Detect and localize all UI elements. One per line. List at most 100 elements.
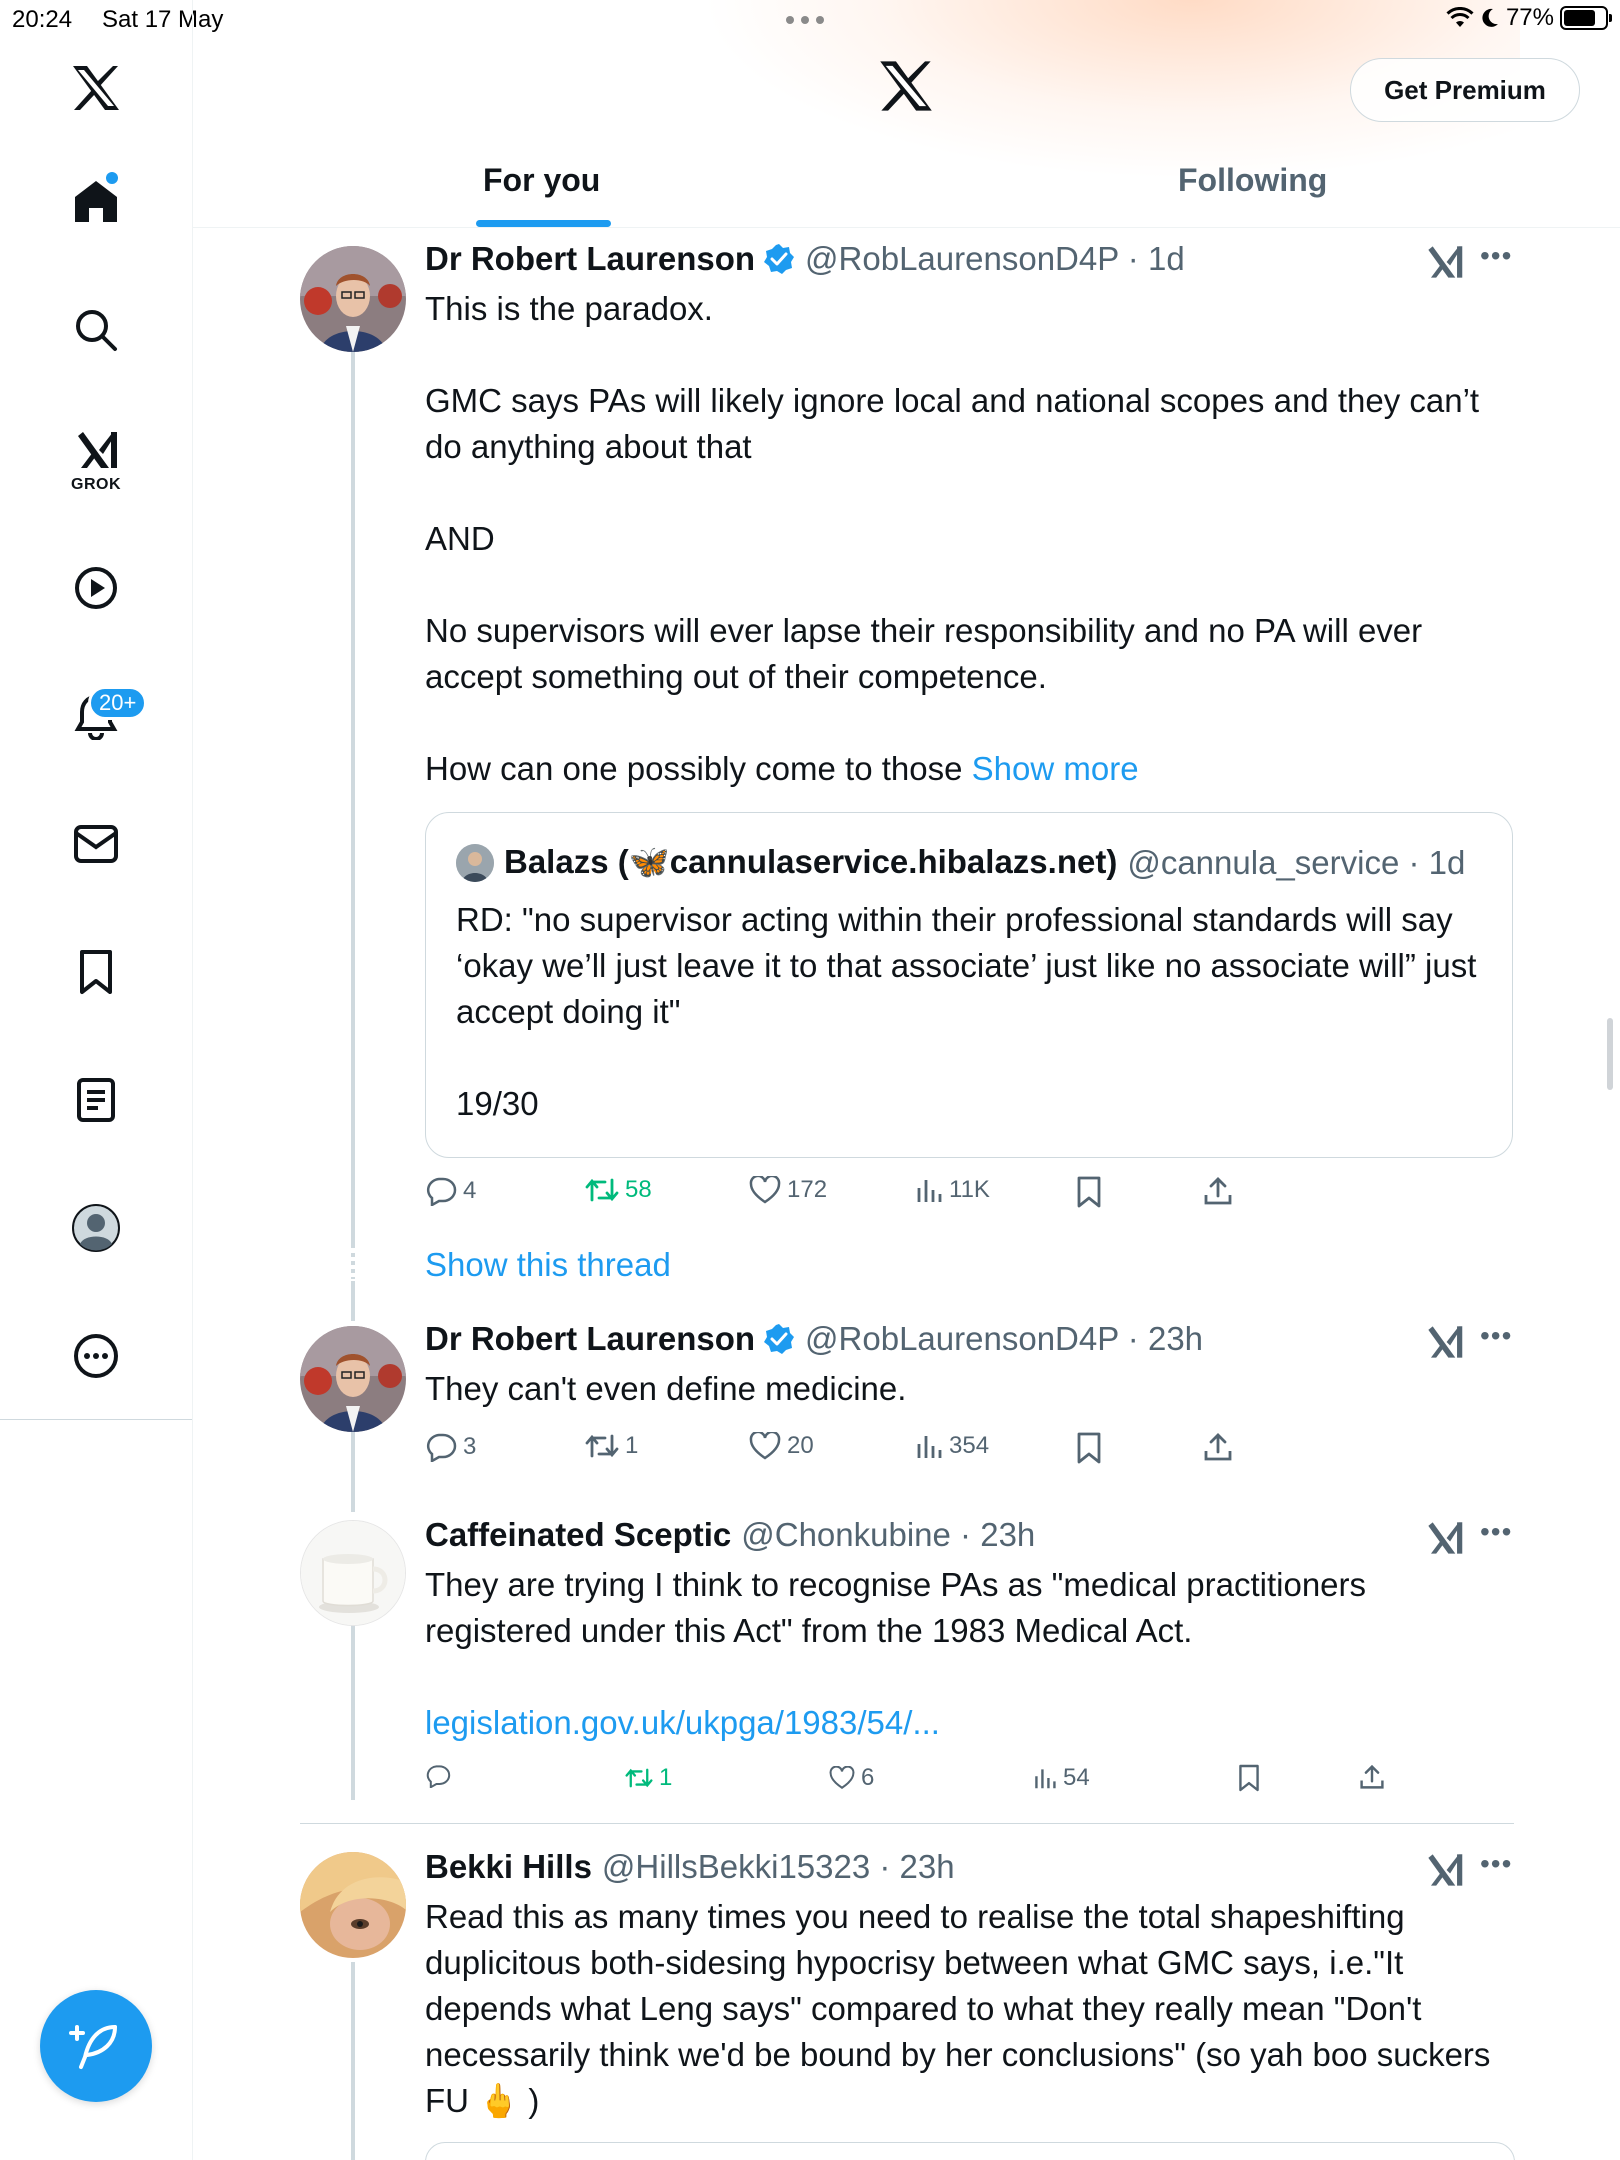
compose-button[interactable] [40,1990,152,2102]
repost-button[interactable]: 1 [625,1764,672,1792]
bookmark-button[interactable] [1237,1764,1261,1792]
repost-button[interactable]: 1 [585,1432,638,1460]
avatar[interactable] [300,246,406,352]
show-more-link[interactable]: Show more [972,750,1139,787]
repost-button[interactable]: 58 [585,1176,652,1204]
get-premium-button[interactable]: Get Premium [1350,58,1580,122]
author-name[interactable]: Dr Robert Laurenson [425,1320,755,1358]
home-notification-dot [106,172,118,184]
repost-count: 58 [625,1176,652,1203]
author-handle[interactable]: @RobLaurensonD4P · 1d [805,240,1185,278]
messages-mail-icon[interactable] [70,818,122,870]
tweet-author-line: Caffeinated Sceptic @Chonkubine · 23h [425,1516,1035,1554]
reply-count: 3 [463,1433,477,1460]
views-button[interactable]: 354 [915,1432,989,1460]
repost-icon [625,1768,653,1788]
quote-avatar [456,843,494,882]
quote-author-handle: @cannula_service · 1d [1127,843,1466,881]
profile-avatar-icon[interactable] [70,1202,122,1254]
grok-icon[interactable] [70,424,122,476]
heart-icon [829,1766,855,1789]
status-time: 20:24 [12,6,73,33]
views-count: 354 [949,1432,990,1459]
bookmarks-icon[interactable] [70,946,122,998]
search-icon[interactable] [70,304,122,356]
tweet-link[interactable]: legislation.gov.uk/ukpga/1983/54/... [425,1704,940,1741]
timeline-tabs: For you Following [193,150,1620,228]
grok-label: GROK [71,476,121,493]
bookmark-icon [1077,1432,1101,1464]
tweet-more-icon[interactable]: ••• [1480,240,1512,272]
reply-icon [426,1433,457,1462]
tweet-more-icon[interactable]: ••• [1480,1516,1512,1548]
video-play-icon[interactable] [70,562,122,614]
grok-explain-icon[interactable] [1424,1518,1464,1558]
views-chart-icon [917,1180,942,1202]
author-name[interactable]: Dr Robert Laurenson [425,240,755,278]
repost-count: 1 [659,1764,673,1791]
share-button[interactable] [1203,1176,1233,1206]
author-name[interactable]: Bekki Hills [425,1848,592,1886]
tab-following[interactable]: Following [1178,162,1327,199]
author-handle[interactable]: @RobLaurensonD4P · 23h [805,1320,1203,1358]
like-count: 172 [787,1176,828,1203]
bookmark-button[interactable] [1075,1176,1103,1208]
battery-icon [1560,6,1612,30]
quote-author-name: Balazs (🦋cannulaservice.hibalazs.net) [504,843,1118,880]
views-button[interactable]: 11K [915,1176,990,1204]
views-button[interactable]: 54 [1033,1764,1090,1792]
sidebar-bottom-divider [0,1419,192,1420]
bookmark-icon [1239,1764,1259,1792]
like-button[interactable]: 6 [829,1764,874,1792]
heart-icon [749,1432,781,1460]
avatar[interactable] [300,1326,406,1432]
show-this-thread-link[interactable]: Show this thread [425,1246,671,1284]
grok-explain-icon[interactable] [1424,1322,1464,1362]
status-bar: 20:24 Sat 17 May 77% [0,0,1620,40]
tweet-author-line: Dr Robert Laurenson @RobLaurensonD4P · 1… [425,240,1185,278]
grok-explain-icon[interactable] [1424,1850,1464,1890]
tweet-text: This is the paradox. GMC says PAs will l… [425,286,1515,792]
avatar[interactable] [300,1852,406,1958]
lists-icon[interactable] [70,1074,122,1126]
reply-button[interactable]: 3 [425,1432,476,1462]
tweet-actions: 4 58 172 11K [425,1176,1245,1216]
reply-count: 4 [463,1177,477,1204]
tweet-more-icon[interactable]: ••• [1480,1320,1512,1352]
reply-icon [426,1177,457,1206]
avatar[interactable] [300,1520,406,1626]
reply-button[interactable] [425,1764,457,1788]
quoted-tweet-card[interactable]: Balazs (🦋cannulaservice.hibalazs.net) @c… [425,812,1513,1158]
heart-icon [749,1176,781,1204]
next-quoted-card-edge [425,2142,1515,2160]
reply-button[interactable]: 4 [425,1176,476,1206]
tweet-more-icon[interactable]: ••• [1480,1848,1512,1880]
multitasking-dots-icon[interactable] [786,16,824,24]
tab-for-you[interactable]: For you [483,162,600,199]
more-options-icon[interactable] [70,1330,122,1382]
author-handle[interactable]: @Chonkubine · 23h [741,1516,1035,1554]
repost-icon [585,1178,619,1202]
quote-author-line: Balazs (🦋cannulaservice.hibalazs.net) @c… [456,843,1465,882]
bookmark-button[interactable] [1075,1432,1103,1464]
views-chart-icon [917,1436,942,1458]
grok-explain-icon[interactable] [1424,242,1464,282]
x-logo-icon[interactable] [70,62,122,114]
share-button[interactable] [1359,1764,1385,1790]
reply-icon [426,1765,451,1788]
sidebar-divider [192,0,193,2160]
like-button[interactable]: 172 [749,1176,827,1204]
tweet-author-line: Bekki Hills @HillsBekki15323 · 23h [425,1848,955,1886]
share-button[interactable] [1203,1432,1233,1462]
share-icon [1204,1177,1232,1205]
status-date: Sat 17 May [102,6,224,33]
views-count: 11K [949,1176,990,1203]
header-x-logo-icon[interactable] [878,60,934,116]
scrollbar-thumb[interactable] [1607,1018,1613,1090]
like-button[interactable]: 20 [749,1432,814,1460]
verified-badge-icon [764,244,795,274]
author-name[interactable]: Caffeinated Sceptic [425,1516,731,1554]
wifi-icon [1446,7,1474,27]
author-handle[interactable]: @HillsBekki15323 · 23h [602,1848,955,1886]
tweet-body: This is the paradox. GMC says PAs will l… [425,290,1480,787]
